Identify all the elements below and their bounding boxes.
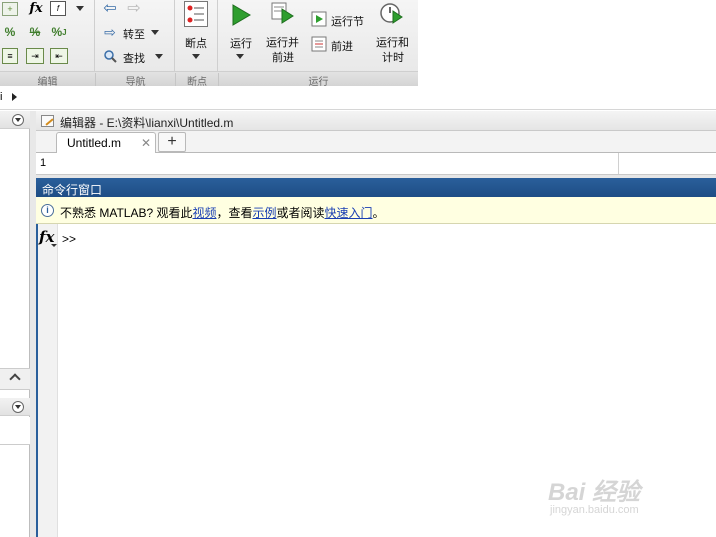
command-window-title: 命令行窗口 (42, 183, 103, 197)
forward-arrow-icon[interactable]: ⇨ (125, 0, 143, 17)
run-label[interactable]: 运行 (230, 35, 252, 51)
editor-tabbar: Untitled.m ✕ + (36, 131, 716, 154)
goto-dropdown[interactable] (151, 30, 159, 35)
close-icon[interactable]: ✕ (141, 136, 151, 150)
getting-started-infobar: i 不熟悉 MATLAB? 观看此视频，查看示例或者阅读快速入门。 (36, 197, 716, 224)
focus-indicator (36, 224, 38, 537)
editor-text-area[interactable]: 1 (36, 153, 716, 175)
find-dropdown[interactable] (155, 54, 163, 59)
advance-icon[interactable] (311, 36, 327, 52)
edit-more-dropdown[interactable] (76, 6, 84, 11)
command-window-titlebar: 命令行窗口 (36, 178, 716, 197)
breakpoints-label[interactable]: 断点 (185, 35, 207, 51)
watermark: Bai 经验 jingyan.baidu.com (548, 460, 688, 520)
workspace-actions-dropdown-icon[interactable] (12, 401, 24, 413)
tab-untitled[interactable]: Untitled.m ✕ (56, 132, 156, 154)
left-panel (0, 111, 30, 537)
run-and-advance-icon[interactable] (270, 0, 296, 26)
examples-link[interactable]: 示例 (253, 206, 277, 220)
current-folder-bar[interactable]: i (0, 86, 716, 110)
run-and-time-icon[interactable] (378, 0, 404, 26)
goto-icon[interactable]: ⇨ (101, 24, 119, 40)
current-folder-panel-header (0, 111, 30, 129)
tab-label: Untitled.m (67, 136, 122, 150)
breakpoints-icon[interactable] (184, 1, 208, 27)
getting-started-link[interactable]: 快速入门 (325, 206, 373, 220)
run-and-advance-label-1[interactable]: 运行并 (266, 34, 299, 50)
run-and-time-label-2[interactable]: 计时 (382, 49, 404, 65)
watermark-brand: Bai 经验 (548, 479, 641, 506)
back-arrow-icon[interactable]: ⇦ (101, 0, 119, 17)
line-number-gutter: 1 (36, 153, 58, 174)
run-icon[interactable] (229, 2, 253, 28)
find-label[interactable]: 查找 (123, 50, 145, 66)
run-section-label[interactable]: 运行节 (331, 13, 364, 29)
editor-pencil-icon (41, 115, 54, 127)
fx-insert-function-icon[interactable]: fx (26, 0, 46, 16)
breakpoints-dropdown[interactable] (192, 54, 200, 59)
info-message: 不熟悉 MATLAB? 观看此视频，查看示例或者阅读快速入门。 (60, 204, 385, 221)
current-folder-path[interactable]: i (0, 91, 2, 103)
panel-actions-dropdown-icon[interactable] (12, 114, 24, 126)
line-number: 1 (40, 157, 47, 169)
info-icon: i (41, 204, 54, 217)
workspace-panel-header (0, 398, 30, 416)
info-suffix: 。 (372, 206, 385, 220)
fx-dropdown-icon[interactable] (51, 244, 57, 247)
video-link[interactable]: 视频 (192, 206, 216, 220)
run-section-icon[interactable] (311, 11, 327, 27)
info-mid1: ，查看 (216, 206, 253, 220)
toolstrip-group-labels: 编辑 导航 断点 运行 (0, 71, 418, 88)
path-arrow-icon[interactable] (12, 93, 17, 101)
indent-icon[interactable]: ⇥ (26, 48, 44, 64)
new-tab-button[interactable]: + (158, 132, 186, 152)
function-file-icon[interactable]: f (50, 1, 66, 16)
search-icon[interactable] (103, 49, 117, 63)
run-and-advance-label-2[interactable]: 前进 (272, 49, 294, 65)
outdent-icon[interactable]: ⇤ (50, 48, 68, 64)
scroll-up-button[interactable] (0, 368, 30, 390)
smart-indent-icon[interactable]: ≡ (2, 48, 18, 64)
uncomment-icon[interactable]: % (26, 24, 44, 40)
right-margin-line (618, 153, 619, 174)
toolstrip: + fx f % % % J ≡ ⇥ ⇤ ⇦ ⇨ ⇨ 转至 查找 断点 运行 运… (0, 0, 716, 88)
info-mid2: 或者阅读 (276, 206, 325, 220)
workspace-column-header (0, 417, 30, 445)
advance-label[interactable]: 前进 (331, 38, 353, 54)
goto-label[interactable]: 转至 (123, 26, 145, 42)
watermark-url: jingyan.baidu.com (550, 504, 639, 516)
command-window-left-gutter: fx (36, 224, 58, 537)
run-and-time-label-1[interactable]: 运行和 (376, 34, 409, 50)
command-prompt[interactable]: >> (62, 232, 76, 246)
toolstrip-empty-area (418, 0, 716, 86)
insert-icon[interactable]: + (2, 2, 18, 16)
chevron-up-icon (9, 373, 21, 385)
comment-icon[interactable]: % (2, 24, 18, 40)
editor-titlebar: 编辑器 - E:\资料\lianxi\Untitled.m (36, 111, 716, 131)
run-dropdown[interactable] (236, 54, 244, 59)
wrap-comments-icon[interactable]: % J (50, 24, 68, 40)
info-prefix: 不熟悉 MATLAB? 观看此 (60, 206, 193, 220)
editor-title: 编辑器 - E:\资料\lianxi\Untitled.m (60, 116, 234, 130)
